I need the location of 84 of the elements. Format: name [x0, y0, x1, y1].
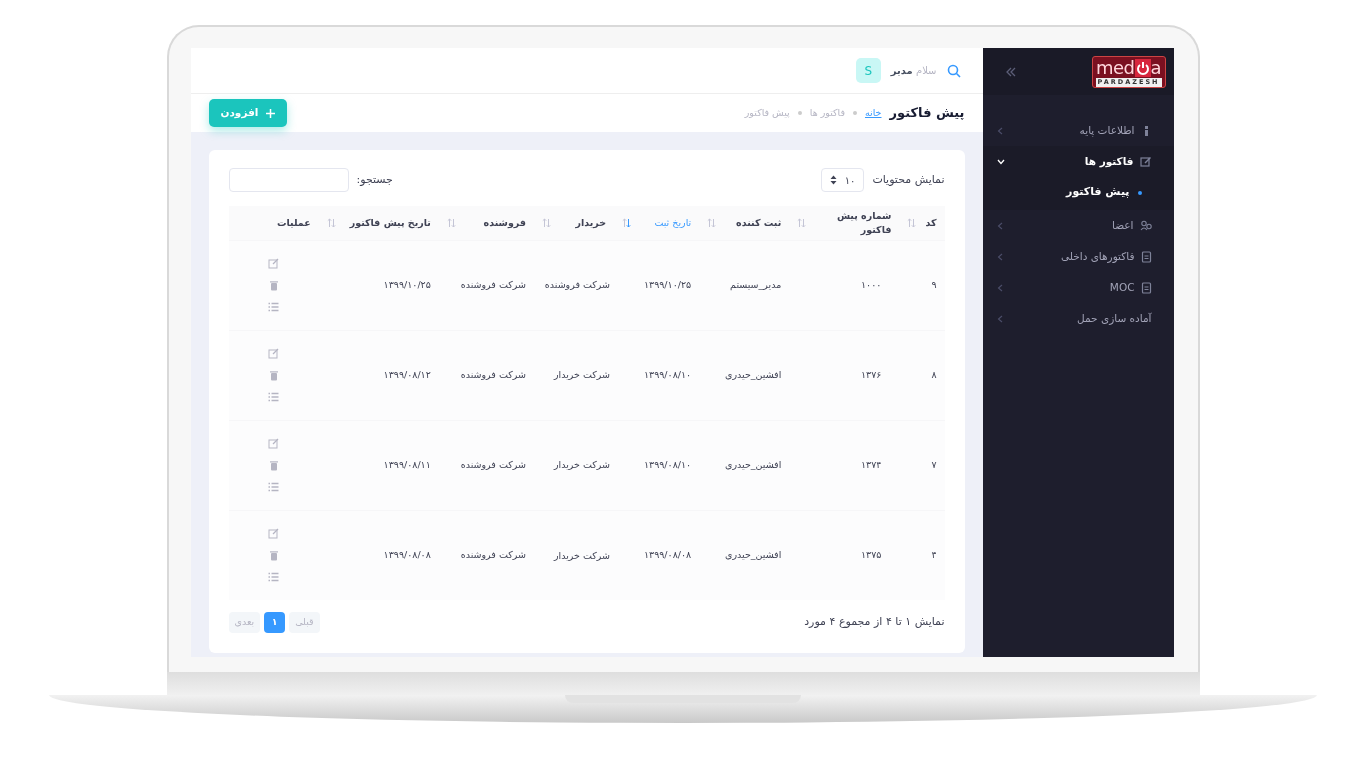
table-cell: ۱۳۷۵: [861, 549, 882, 561]
table-cell: ۱۳۹۹/۱۰/۲۵: [383, 278, 431, 290]
table-cell: ۱۳۹۹/۰۸/۱۰: [643, 368, 692, 380]
table-cell: ۱۳۷۴: [861, 458, 882, 470]
column-header[interactable]: عملیات: [276, 215, 311, 230]
trash-icon[interactable]: [268, 370, 279, 381]
list-icon[interactable]: [268, 392, 280, 402]
table-cell: ۷: [931, 458, 937, 470]
breadcrumb-text: پیش فاکتور: [744, 106, 790, 121]
column-header[interactable]: فروشنده: [483, 215, 526, 230]
breadcrumb-text: فاکتور ها: [809, 106, 845, 121]
table-cell: ۴: [931, 549, 937, 561]
document-icon: [1140, 281, 1152, 294]
table-cell: شرکت فروشنده: [544, 279, 611, 291]
collapse-icon[interactable]: [1004, 65, 1017, 78]
length-label: نمایش محتویات: [872, 171, 945, 188]
table-cell: ۸: [931, 368, 937, 380]
pagination-info: نمایش ۱ تا ۴ از مجموع ۴ مورد: [804, 614, 945, 631]
table-cell: افشین_حیدری: [725, 458, 782, 470]
trash-icon[interactable]: [268, 550, 279, 562]
sort-icon[interactable]: [622, 217, 632, 228]
edit-icon[interactable]: [268, 348, 280, 359]
table-cell: شرکت فروشنده: [460, 458, 526, 470]
greeting-text: سلام مدیر: [890, 64, 937, 79]
table-cell: شرکت فروشنده: [460, 368, 526, 380]
logo-text: a: [1150, 57, 1162, 78]
sidebar-item[interactable]: اطلاعات پایه: [982, 115, 1174, 146]
edit-icon[interactable]: [268, 258, 280, 269]
chevron-left-icon: [996, 252, 1003, 261]
search-field[interactable]: [228, 168, 349, 192]
table-cell: ۱۳۹۹/۰۸/۱۲: [383, 368, 431, 380]
table-cell: شرکت فروشنده: [460, 278, 526, 290]
table-cell: ۱۳۹۹/۱۰/۲۵: [643, 278, 692, 290]
sidebar-item[interactable]: اعضا: [982, 210, 1174, 241]
column-header[interactable]: کد: [925, 215, 937, 230]
list-icon[interactable]: [268, 302, 280, 312]
table-cell: شرکت فروشنده: [460, 549, 526, 561]
sidebar-item[interactable]: MOC: [982, 272, 1174, 303]
table-cell: مدیر_سیستم: [730, 278, 782, 290]
table-cell: ۱۳۹۹/۰۸/۱۰: [643, 458, 692, 470]
chevron-down-icon: [996, 158, 1005, 165]
sort-icon[interactable]: [541, 217, 551, 228]
sort-icon[interactable]: [446, 217, 456, 228]
table-cell: ۱۳۹۹/۰۸/۰۸: [643, 549, 692, 561]
sidebar-item[interactable]: فاکتور ها: [982, 146, 1174, 177]
sort-icon[interactable]: [797, 217, 807, 228]
chevron-left-icon: [996, 314, 1003, 323]
search-label: جستجو:: [356, 171, 393, 188]
table-cell: ۱۳۷۶: [861, 368, 882, 380]
users-icon: [1139, 220, 1152, 231]
power-icon: [1134, 58, 1151, 77]
updown-icon: [829, 175, 837, 185]
table-cell: افشین_حیدری: [725, 549, 782, 561]
table-cell: ۹: [931, 278, 937, 290]
sidebar-item[interactable]: آماده سازی حمل: [982, 303, 1174, 334]
sort-icon[interactable]: [707, 217, 717, 228]
column-header[interactable]: خریدار: [575, 215, 607, 230]
edit-icon[interactable]: [268, 528, 280, 540]
table-cell: شرکت خریدار: [554, 459, 611, 471]
document-icon: [1140, 250, 1152, 263]
sort-icon[interactable]: [326, 217, 336, 228]
list-icon[interactable]: [268, 572, 280, 583]
chevron-left-icon: [996, 126, 1003, 135]
table-cell: ۱۳۹۹/۰۸/۰۸: [383, 549, 431, 561]
chevron-left-icon: [996, 283, 1003, 292]
trash-icon[interactable]: [268, 280, 279, 291]
logo-text: med: [1096, 57, 1135, 78]
search-icon[interactable]: [946, 63, 961, 78]
table-cell: شرکت خریدار: [554, 549, 611, 561]
table-cell: ۱۰۰۰: [861, 278, 882, 290]
edit-icon: [1139, 156, 1152, 167]
table-cell: افشین_حیدری: [725, 368, 782, 380]
edit-icon[interactable]: [268, 438, 280, 449]
plus-icon: [266, 108, 276, 118]
sort-icon[interactable]: [907, 217, 917, 228]
sidebar-subitem[interactable]: پیش فاکتور: [982, 177, 1174, 208]
trash-icon[interactable]: [268, 460, 279, 471]
table-cell: ۱۳۹۹/۰۸/۱۱: [383, 458, 431, 470]
page-size-select[interactable]: ۱۰: [820, 168, 865, 192]
list-icon[interactable]: [268, 482, 280, 492]
chevron-left-icon: [996, 221, 1003, 230]
page-title: پیش فاکتور: [889, 104, 965, 123]
table-cell: شرکت خریدار: [554, 369, 611, 381]
sidebar-item[interactable]: فاکتورهای داخلی: [982, 241, 1174, 272]
